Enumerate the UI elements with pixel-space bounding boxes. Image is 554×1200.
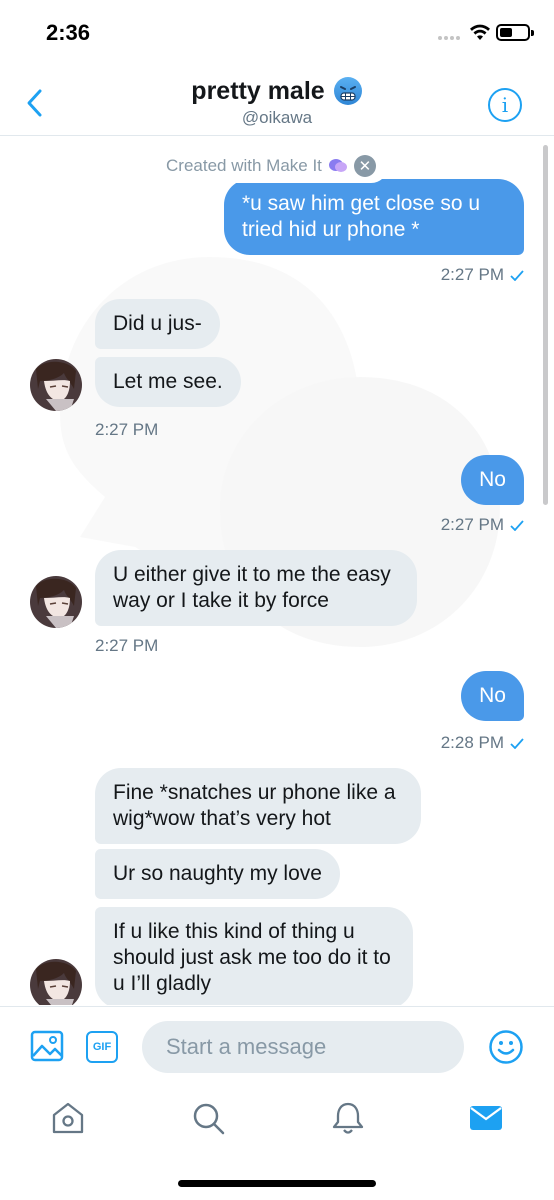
message-timestamp: 2:28 PM: [441, 733, 524, 753]
search-icon[interactable]: [190, 1100, 226, 1136]
status-time: 2:36: [46, 20, 91, 45]
message-timestamp: 2:27 PM: [441, 265, 524, 285]
message-bubble-sent[interactable]: *u saw him get close so u tried hid ur p…: [224, 179, 524, 255]
message-input[interactable]: [142, 1021, 464, 1073]
message-timestamp: 2:27 PM: [95, 420, 159, 439]
info-icon[interactable]: i: [488, 88, 522, 122]
message-bubble-sent[interactable]: No: [461, 671, 524, 721]
message-timestamp: 2:27 PM: [95, 636, 159, 655]
wifi-icon: [470, 24, 490, 40]
sent-check-icon: [510, 737, 524, 749]
messages-icon[interactable]: [468, 1100, 504, 1136]
conversation-header: pretty male @oikawa i: [0, 64, 554, 136]
message-bubble-received[interactable]: Did u jus-: [95, 299, 220, 349]
avatar[interactable]: [30, 359, 82, 411]
image-icon[interactable]: [30, 1029, 64, 1063]
status-bar: 2:36: [0, 0, 554, 64]
message-composer: GIF: [0, 1006, 554, 1084]
conversation-handle: @oikawa: [241, 108, 313, 127]
message-timestamp: 2:27 PM: [441, 515, 524, 535]
conversation-title-block[interactable]: pretty male @oikawa: [0, 76, 554, 128]
home-indicator[interactable]: [178, 1180, 376, 1187]
sent-check-icon: [510, 519, 524, 531]
made-with-text: Created with Make It: [166, 156, 322, 175]
cold-face-emoji-icon: [333, 77, 362, 105]
message-bubble-received[interactable]: Let me see.: [95, 357, 241, 407]
made-with-banner: Created with Make It ✕: [154, 149, 388, 183]
conversation-title: pretty male: [191, 76, 325, 105]
timestamp-text: 2:28 PM: [440, 733, 504, 752]
notifications-icon[interactable]: [330, 1100, 366, 1136]
close-icon[interactable]: ✕: [353, 155, 376, 177]
gif-button[interactable]: GIF: [86, 1031, 118, 1063]
avatar[interactable]: [30, 959, 82, 1005]
sent-check-icon: [510, 269, 524, 281]
message-bubble-received[interactable]: U either give it to me the easy way or I…: [95, 550, 417, 626]
message-list[interactable]: Created with Make It ✕ *u saw him get cl…: [0, 137, 554, 1005]
signal-icon: [438, 36, 464, 42]
battery-icon: [496, 24, 534, 41]
emoji-icon[interactable]: [488, 1029, 524, 1065]
avatar[interactable]: [30, 576, 82, 628]
message-bubble-sent[interactable]: No: [461, 455, 524, 505]
scrollbar[interactable]: [543, 145, 548, 505]
timestamp-text: 2:27 PM: [440, 265, 504, 284]
home-icon[interactable]: [50, 1100, 86, 1136]
timestamp-text: 2:27 PM: [440, 515, 504, 534]
makeit-logo-icon: [328, 159, 347, 172]
message-bubble-received[interactable]: Ur so naughty my love: [95, 849, 340, 899]
tab-bar: [0, 1084, 554, 1200]
message-bubble-received[interactable]: Fine *snatches ur phone like a wig*wow t…: [95, 768, 421, 844]
message-bubble-received[interactable]: If u like this kind of thing u should ju…: [95, 907, 413, 1005]
